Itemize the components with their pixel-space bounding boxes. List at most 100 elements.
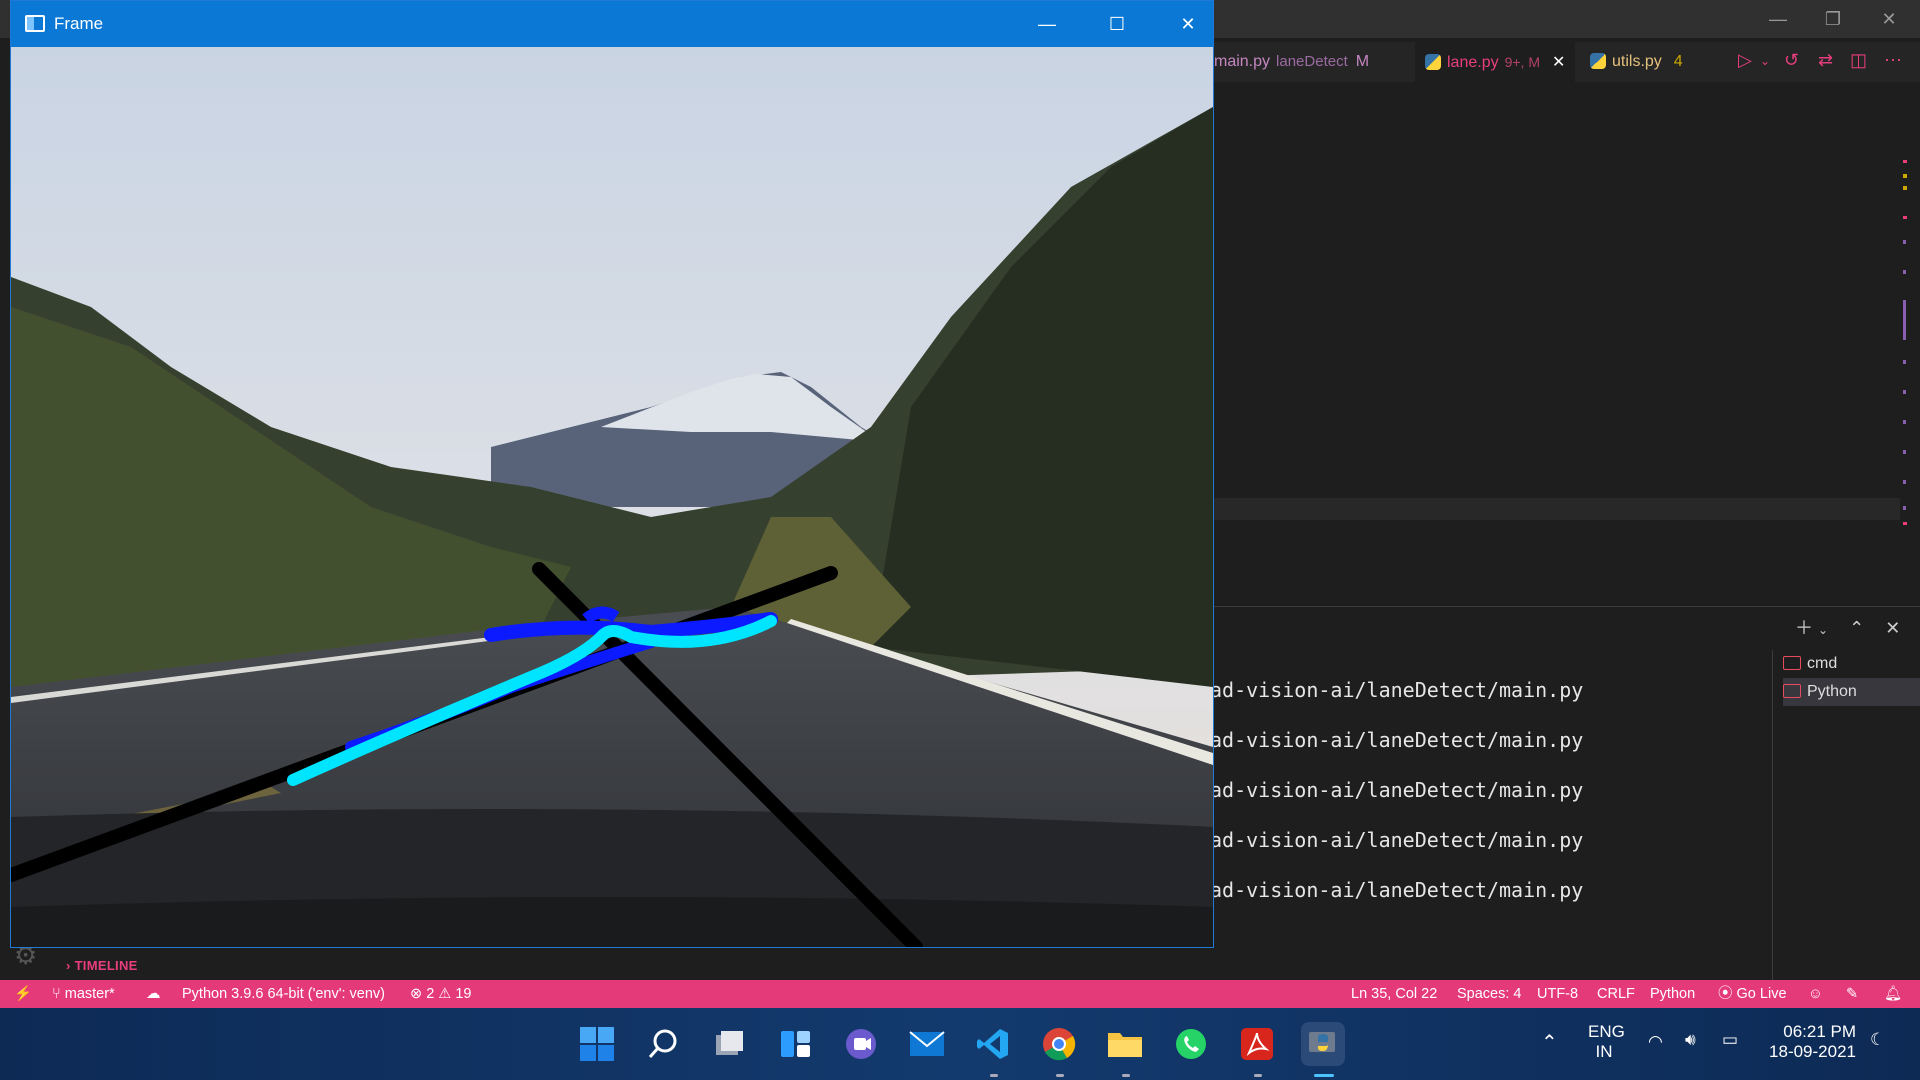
tab-lane-py[interactable]: lane.py 9+, M ✕	[1415, 42, 1576, 82]
broadcast-icon: ⦿	[1718, 986, 1733, 1002]
active-indicator	[1314, 1074, 1334, 1077]
warning-icon: ⚠	[438, 986, 452, 1002]
eol-status[interactable]: CRLF	[1597, 980, 1635, 1008]
tab-status: 4	[1673, 53, 1683, 70]
running-indicator	[990, 1074, 998, 1077]
whatsapp-icon[interactable]	[1169, 1022, 1213, 1066]
terminal-line: ad-vision-ai/laneDetect/main.py	[1210, 828, 1584, 852]
teams-chat-icon[interactable]	[839, 1022, 883, 1066]
python-icon[interactable]	[1301, 1022, 1345, 1066]
terminal-dropdown-icon[interactable]: ⌄	[1818, 623, 1828, 637]
go-live-button[interactable]: ⦿ Go Live	[1718, 980, 1787, 1008]
terminal-line: ad-vision-ai/laneDetect/main.py	[1210, 678, 1584, 702]
terminal-instance-list: cmd Python	[1772, 650, 1920, 980]
encoding-status[interactable]: UTF-8	[1537, 980, 1578, 1008]
file-explorer-icon[interactable]	[1103, 1022, 1147, 1066]
focus-assist-icon[interactable]: ☾	[1870, 1030, 1885, 1050]
language-code: ENG	[1588, 1022, 1625, 1041]
battery-icon[interactable]: ▭	[1722, 1030, 1738, 1050]
editor-tabbar: main.py laneDetect M lane.py 9+, M ✕ utils.p…	[1200, 42, 1920, 82]
terminal-instance-label: cmd	[1807, 655, 1838, 672]
frame-window[interactable]: Frame — ☐ ✕	[10, 0, 1214, 948]
editor-area[interactable]	[1200, 110, 1920, 605]
restore-icon[interactable]: ❐	[1820, 8, 1846, 30]
minimize-icon[interactable]: —	[1765, 8, 1791, 30]
cursor-position[interactable]: Ln 35, Col 22	[1351, 980, 1437, 1008]
feedback-icon[interactable]: ✎	[1846, 980, 1858, 1008]
remote-icon[interactable]: ⚡	[14, 980, 32, 1008]
python-file-icon	[1425, 54, 1441, 70]
clock-date: 18-09-2021	[1769, 1042, 1856, 1061]
wifi-icon[interactable]: ◠	[1648, 1032, 1663, 1052]
terminal-icon	[1783, 684, 1801, 698]
windows-taskbar: ⌃ ENG IN ◠ 🔊︎ ▭ 06:21 PM 18-09-2021 ☾	[0, 1008, 1920, 1080]
sync-icon[interactable]: ☁	[146, 980, 161, 1008]
task-view-icon[interactable]	[707, 1022, 751, 1066]
tab-status: M	[1355, 53, 1370, 70]
input-language[interactable]: ENG IN	[1588, 1022, 1625, 1062]
interpreter-status[interactable]: Python 3.9.6 64-bit ('env': venv)	[182, 980, 385, 1008]
go-live-label: Go Live	[1736, 986, 1787, 1002]
tab-status: 9+, M	[1504, 54, 1540, 70]
frame-titlebar[interactable]: Frame — ☐ ✕	[11, 1, 1213, 47]
compare-icon[interactable]: ⇄	[1818, 50, 1833, 71]
timeline-section[interactable]: › TIMELINE	[66, 958, 138, 973]
widgets-icon[interactable]	[773, 1022, 817, 1066]
acrobat-icon[interactable]	[1235, 1022, 1279, 1066]
close-icon[interactable]: ✕	[1158, 7, 1218, 41]
more-actions-icon[interactable]: ⋯	[1884, 50, 1902, 71]
tab-label: lane.py	[1447, 54, 1499, 71]
terminal-line: ad-vision-ai/laneDetect/main.py	[1210, 778, 1584, 802]
indentation-status[interactable]: Spaces: 4	[1457, 980, 1522, 1008]
start-icon[interactable]	[575, 1022, 619, 1066]
tab-utils-py[interactable]: utils.py 4	[1590, 42, 1683, 82]
vscode-icon[interactable]	[971, 1022, 1015, 1066]
maximize-panel-icon[interactable]: ⌃	[1849, 618, 1864, 638]
chevron-right-icon: ›	[66, 958, 71, 973]
terminal-line: ad-vision-ai/laneDetect/main.py	[1210, 728, 1584, 752]
window-title: Frame	[54, 14, 104, 33]
notifications-icon[interactable]: 🔔︎	[1884, 980, 1902, 1008]
terminal-instance-python[interactable]: Python	[1783, 678, 1920, 706]
chrome-icon[interactable]	[1037, 1022, 1081, 1066]
timeline-icon[interactable]: ↺	[1784, 50, 1799, 71]
tab-main-py[interactable]: main.py laneDetect M	[1214, 42, 1369, 82]
warning-count: 19	[455, 986, 472, 1002]
run-dropdown-icon[interactable]: ⌄	[1760, 54, 1770, 68]
close-tab-icon[interactable]: ✕	[1552, 54, 1565, 71]
terminal-instance-label: Python	[1807, 683, 1857, 700]
search-icon[interactable]	[641, 1022, 685, 1066]
video-frame	[11, 47, 1213, 947]
close-icon[interactable]: ✕	[1876, 8, 1902, 30]
copilot-icon[interactable]: ☺	[1808, 980, 1823, 1008]
tab-label: main.py	[1214, 53, 1271, 70]
run-icon[interactable]: ▷	[1738, 50, 1752, 71]
window-app-icon	[25, 15, 45, 32]
mail-icon[interactable]	[905, 1022, 949, 1066]
clock[interactable]: 06:21 PM 18-09-2021	[1768, 1022, 1856, 1062]
language-mode[interactable]: Python	[1650, 980, 1695, 1008]
terminal-icon	[1783, 656, 1801, 670]
branch-icon: ⑂	[52, 986, 61, 1002]
timeline-label: TIMELINE	[74, 958, 138, 973]
python-file-icon	[1590, 53, 1606, 69]
show-hidden-icons-icon[interactable]: ⌃	[1541, 1030, 1558, 1055]
error-count: 2	[426, 986, 435, 1002]
terminal-line: ad-vision-ai/laneDetect/main.py	[1210, 878, 1584, 902]
close-panel-icon[interactable]: ✕	[1885, 618, 1900, 638]
volume-icon[interactable]: 🔊︎	[1685, 1030, 1696, 1050]
panel-actions: ＋ ⌄ ⌃ ✕	[1795, 614, 1900, 640]
split-editor-icon[interactable]: ◫	[1850, 50, 1867, 71]
clock-time: 06:21 PM	[1783, 1022, 1856, 1041]
branch-status[interactable]: ⑂ master*	[52, 980, 115, 1008]
region-code: IN	[1595, 1042, 1613, 1061]
current-line-highlight	[1200, 498, 1900, 520]
minimize-icon[interactable]: —	[1017, 7, 1077, 41]
terminal-instance-cmd[interactable]: cmd	[1783, 650, 1920, 678]
problems-status[interactable]: ⊗ 2 ⚠ 19	[410, 980, 471, 1008]
running-indicator	[1056, 1074, 1064, 1077]
tab-folder: laneDetect	[1276, 53, 1348, 70]
maximize-icon[interactable]: ☐	[1087, 7, 1147, 41]
tab-label: utils.py	[1612, 53, 1662, 70]
new-terminal-icon[interactable]: ＋	[1795, 618, 1813, 638]
